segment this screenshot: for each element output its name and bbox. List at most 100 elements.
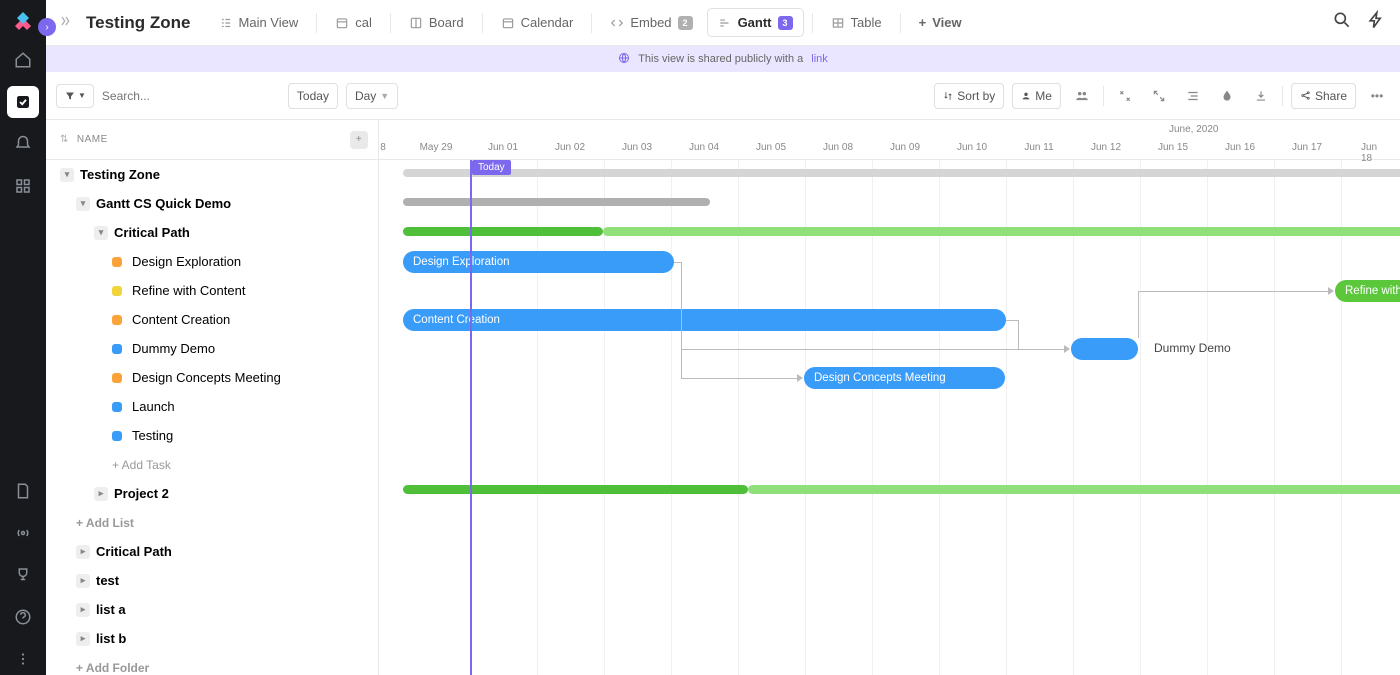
tree-list[interactable]: ▾Critical Path — [46, 218, 378, 247]
tree-label: Testing Zone — [80, 167, 160, 182]
summary-bar-project2-done[interactable] — [403, 485, 748, 494]
summary-bar-list[interactable] — [603, 227, 1400, 236]
summary-bar-project2[interactable] — [748, 485, 1400, 494]
view-cal1[interactable]: cal — [325, 9, 382, 36]
indent-icon[interactable] — [1180, 83, 1206, 109]
tasks-icon[interactable] — [7, 86, 39, 118]
share-button[interactable]: Share — [1291, 83, 1356, 109]
gantt-header: June, 2020 8 May 29 Jun 01 Jun 02 Jun 03… — [379, 120, 1400, 160]
task-row[interactable]: Design Exploration — [46, 247, 378, 276]
color-icon[interactable] — [1214, 83, 1240, 109]
task-label: Content Creation — [132, 312, 230, 327]
view-board[interactable]: Board — [399, 9, 474, 36]
chevron-down-icon[interactable]: ▾ — [94, 226, 108, 240]
view-calendar[interactable]: Calendar — [491, 9, 584, 36]
assignees-icon[interactable] — [1069, 83, 1095, 109]
date-label: Jun 01 — [488, 142, 518, 153]
gantt-chart[interactable]: June, 2020 8 May 29 Jun 01 Jun 02 Jun 03… — [379, 120, 1400, 675]
more-button[interactable]: ••• — [1364, 83, 1390, 109]
trophy-icon[interactable] — [7, 559, 39, 591]
download-icon[interactable] — [1248, 83, 1274, 109]
summary-bar-list-done[interactable] — [403, 227, 603, 236]
collapse-icon[interactable] — [1112, 83, 1138, 109]
task-bar-design-exploration[interactable]: Design Exploration — [403, 251, 674, 273]
add-view-label: View — [932, 15, 961, 30]
task-row[interactable]: Content Creation — [46, 305, 378, 334]
notifications-icon[interactable] — [7, 128, 39, 160]
add-column-button[interactable]: + — [350, 131, 368, 149]
task-label: Refine with Content — [132, 283, 245, 298]
add-task-button[interactable]: + Add Task — [46, 450, 378, 479]
tree-folder[interactable]: ▾Gantt CS Quick Demo — [46, 189, 378, 218]
sort-icon[interactable]: ⇅ — [60, 134, 69, 145]
view-embed[interactable]: Embed2 — [600, 9, 702, 36]
tree-list[interactable]: ▸Project 2 — [46, 479, 378, 508]
task-row[interactable]: Dummy Demo — [46, 334, 378, 363]
view-gantt[interactable]: Gantt3 — [707, 8, 804, 37]
apps-icon[interactable] — [7, 170, 39, 202]
unit-select[interactable]: Day▼ — [346, 83, 398, 109]
task-row[interactable]: Testing — [46, 421, 378, 450]
tree-folder[interactable]: ▸ test — [46, 566, 378, 595]
tree-label: test — [96, 573, 119, 588]
content: ⇅ NAME + ▾ Testing Zone ▾Gantt CS Quick D… — [46, 120, 1400, 675]
bolt-icon[interactable] — [1366, 10, 1386, 35]
app-logo-icon[interactable] — [11, 10, 35, 34]
date-label: Jun 16 — [1225, 142, 1255, 153]
chevron-right-icon[interactable]: ▸ — [76, 603, 90, 617]
add-folder-button[interactable]: + Add Folder — [46, 653, 378, 675]
summary-bar-folder[interactable] — [403, 198, 710, 206]
tree-folder[interactable]: ▸list b — [46, 624, 378, 653]
help-icon[interactable] — [7, 601, 39, 633]
doc-icon[interactable] — [7, 475, 39, 507]
tree-folder[interactable]: ▸Critical Path — [46, 537, 378, 566]
date-label: Jun 03 — [622, 142, 652, 153]
expand-icon[interactable] — [1146, 83, 1172, 109]
more-icon[interactable] — [7, 643, 39, 675]
chevron-right-icon[interactable]: ▸ — [76, 545, 90, 559]
tree-root[interactable]: ▾ Testing Zone — [46, 160, 378, 189]
banner-link[interactable]: link — [811, 53, 828, 65]
chevron-right-icon[interactable]: ▸ — [76, 632, 90, 646]
chevron-down-icon[interactable]: ▾ — [76, 197, 90, 211]
tree-folder[interactable]: ▸ list a — [46, 595, 378, 624]
task-label-dummy: Dummy Demo — [1154, 341, 1231, 355]
home-icon[interactable] — [7, 44, 39, 76]
add-list-button[interactable]: + Add List — [46, 508, 378, 537]
expand-sidebar-button[interactable]: › — [38, 18, 56, 36]
task-list-panel: ⇅ NAME + ▾ Testing Zone ▾Gantt CS Quick D… — [46, 120, 379, 675]
date-label: Jun 02 — [555, 142, 585, 153]
status-dot — [112, 402, 122, 412]
task-bar-dummy-demo[interactable] — [1071, 338, 1138, 360]
chevron-right-icon[interactable]: ▸ — [94, 487, 108, 501]
task-row[interactable]: Design Concepts Meeting — [46, 363, 378, 392]
status-dot — [112, 373, 122, 383]
task-row[interactable]: Refine with Content — [46, 276, 378, 305]
task-tree: ▾ Testing Zone ▾Gantt CS Quick Demo ▾Crit… — [46, 160, 378, 675]
chevron-down-icon[interactable]: ▾ — [60, 168, 74, 182]
broadcast-icon[interactable] — [7, 517, 39, 549]
search-input[interactable] — [102, 89, 252, 103]
search-icon[interactable] — [1332, 10, 1352, 35]
me-label: Me — [1035, 89, 1052, 103]
task-row[interactable]: Launch — [46, 392, 378, 421]
sort-button[interactable]: Sort by — [934, 83, 1004, 109]
filter-button[interactable]: ▼ — [56, 84, 94, 108]
page-title: Testing Zone — [86, 13, 191, 33]
tree-label: list a — [96, 602, 126, 617]
today-badge: Today — [472, 160, 511, 175]
add-view-button[interactable]: +View — [909, 9, 972, 36]
today-button[interactable]: Today — [288, 83, 338, 109]
col-name: NAME — [77, 134, 108, 145]
task-bar-content-creation[interactable]: Content Creation — [403, 309, 1006, 331]
view-table[interactable]: Table — [821, 9, 892, 36]
view-main[interactable]: Main View — [209, 9, 309, 36]
me-button[interactable]: Me — [1012, 83, 1061, 109]
task-bar-refine-content[interactable]: Refine with Content — [1335, 280, 1400, 302]
view-label: Board — [429, 15, 464, 30]
task-bar-design-concepts[interactable]: Design Concepts Meeting — [804, 367, 1005, 389]
list-header: ⇅ NAME + — [46, 120, 378, 160]
summary-bar-root[interactable] — [403, 169, 1400, 177]
chevron-right-icon[interactable]: ▸ — [76, 574, 90, 588]
status-dot — [112, 286, 122, 296]
